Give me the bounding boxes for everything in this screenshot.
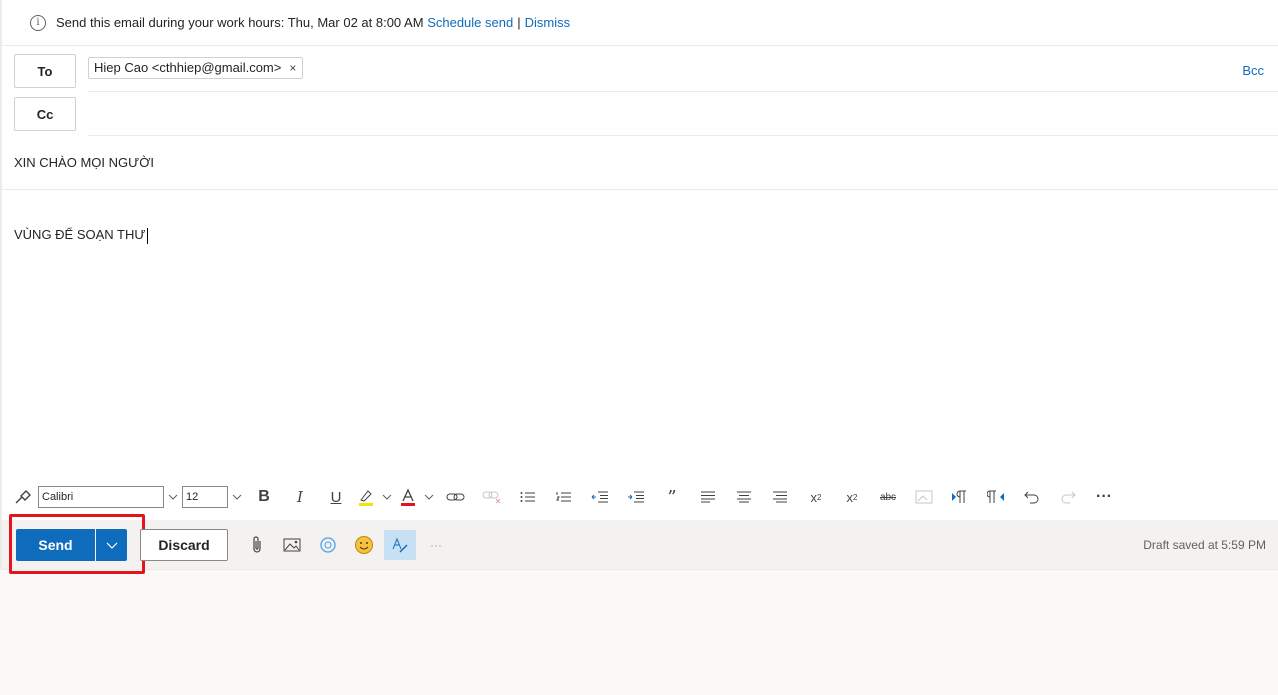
dismiss-link[interactable]: Dismiss [525,15,571,30]
highlight-icon[interactable] [354,482,378,512]
increase-indent-icon[interactable] [618,482,654,512]
formatting-toolbar: Calibri 12 B I U ” x 2 x 2 abc ··· [2,478,1278,516]
underline-icon[interactable]: U [318,482,354,512]
font-name-chevron-down-icon[interactable] [164,482,182,512]
more-actions-icon[interactable]: ··· [420,530,452,560]
schedule-send-link[interactable]: Schedule send [427,15,513,30]
align-right-icon[interactable] [762,482,798,512]
emoji-icon[interactable] [348,530,380,560]
bcc-link[interactable]: Bcc [1242,63,1264,78]
text-cursor [146,227,148,244]
rtl-icon[interactable] [978,482,1014,512]
info-message: Send this email during your work hours: … [56,15,424,30]
remove-link-icon [474,482,510,512]
attach-icon[interactable] [241,530,273,560]
highlight-chevron-down-icon[interactable] [378,482,396,512]
undo-icon[interactable] [1014,482,1050,512]
bold-icon[interactable]: B [246,482,282,512]
redo-icon [1050,482,1086,512]
align-left-icon[interactable] [690,482,726,512]
info-separator: | [517,15,521,30]
message-body[interactable]: VÙNG ĐỂ SOẠN THƯ [14,227,148,244]
font-color-chevron-down-icon[interactable] [420,482,438,512]
italic-icon[interactable]: I [282,482,318,512]
more-icon[interactable]: ··· [1086,482,1122,512]
link-icon[interactable] [438,482,474,512]
bullets-icon[interactable] [510,482,546,512]
font-size-chevron-down-icon[interactable] [228,482,246,512]
image-icon [906,482,942,512]
superscript-icon[interactable]: x2 [798,482,834,512]
subscript-icon[interactable]: x2 [834,482,870,512]
strikethrough-icon[interactable]: abc [870,482,906,512]
numbering-icon[interactable] [546,482,582,512]
cc-field[interactable] [88,92,1278,136]
align-center-icon[interactable] [726,482,762,512]
font-color-icon[interactable] [396,482,420,512]
quote-icon[interactable]: ” [654,482,690,512]
compose-pane: i Send this email during your work hours… [0,0,1278,574]
to-button[interactable]: To [14,54,76,88]
subject-field[interactable]: XIN CHÀO MỌI NGƯỜI [2,136,1278,190]
font-name-input[interactable]: Calibri [38,486,164,508]
to-field[interactable]: Hiep Cao <cthhiep@gmail.com> × [88,46,1278,92]
loop-component-icon[interactable] [312,530,344,560]
subject-text: XIN CHÀO MỌI NGƯỜI [14,155,154,170]
work-hours-info-bar: i Send this email during your work hours… [2,0,1278,46]
recipient-chip-label: Hiep Cao <cthhiep@gmail.com> [94,60,282,75]
decrease-indent-icon[interactable] [582,482,618,512]
send-options-chevron-down-icon[interactable] [96,529,127,561]
send-button[interactable]: Send [16,529,95,561]
format-painter-icon[interactable] [12,482,34,512]
discard-button[interactable]: Discard [140,529,228,561]
recipient-chip[interactable]: Hiep Cao <cthhiep@gmail.com> × [88,56,304,79]
remove-recipient-icon[interactable]: × [289,61,296,75]
editor-icon[interactable] [384,530,416,560]
ltr-icon[interactable] [942,482,978,512]
body-text: VÙNG ĐỂ SOẠN THƯ [14,227,146,242]
draft-status: Draft saved at 5:59 PM [1143,538,1266,552]
insert-picture-icon[interactable] [276,530,308,560]
info-icon: i [30,14,46,31]
font-size-input[interactable]: 12 [182,486,228,508]
cc-button[interactable]: Cc [14,97,76,131]
